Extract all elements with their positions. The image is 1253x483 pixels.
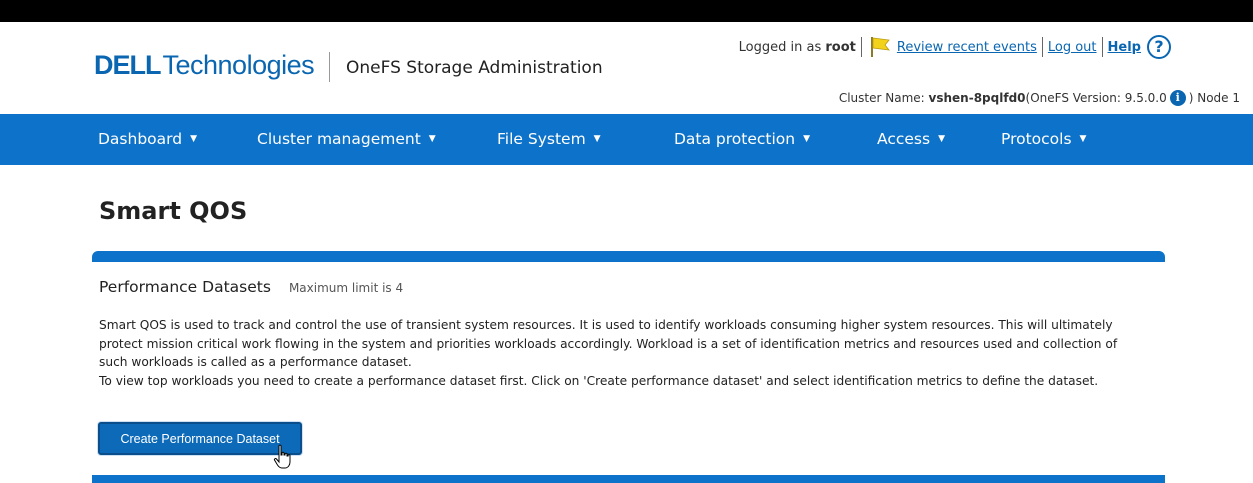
- logo-dell-text: DELL: [94, 50, 161, 80]
- panel-footer-bar: [92, 475, 1165, 483]
- nav-cluster-management[interactable]: Cluster management ▼: [257, 114, 436, 165]
- chevron-down-icon: ▼: [593, 134, 601, 144]
- chevron-down-icon: ▼: [1079, 134, 1087, 144]
- app-title: OneFS Storage Administration: [346, 58, 603, 78]
- nav-label: Cluster management: [257, 130, 421, 148]
- divider: [860, 37, 862, 57]
- header: DELL Technologies OneFS Storage Administ…: [0, 22, 1253, 106]
- description: Smart QOS is used to track and control t…: [99, 316, 1149, 390]
- flag-icon[interactable]: [869, 36, 891, 58]
- logged-in-label: Logged in as: [738, 39, 822, 55]
- description-paragraph: Smart QOS is used to track and control t…: [99, 318, 1118, 369]
- panel-header-bar: [92, 251, 1165, 262]
- section-title: Performance Datasets: [99, 278, 271, 296]
- chevron-down-icon: ▼: [938, 134, 945, 144]
- nav-access[interactable]: Access ▼: [877, 114, 945, 165]
- nav-label: Protocols: [1001, 130, 1072, 148]
- divider: [1101, 37, 1103, 57]
- dell-technologies-logo[interactable]: DELL Technologies: [94, 50, 315, 84]
- cluster-node: ) Node 1: [1188, 91, 1240, 105]
- chevron-down-icon: ▼: [190, 134, 198, 144]
- help-icon[interactable]: ?: [1147, 35, 1171, 59]
- chevron-down-icon: ▼: [428, 134, 436, 144]
- cluster-name-label: Cluster Name:: [838, 91, 925, 105]
- page-title: Smart QOS: [99, 197, 248, 225]
- section-header: Performance Datasets Maximum limit is 4: [99, 278, 403, 296]
- nav-label: Dashboard: [98, 130, 183, 148]
- nav-protocols[interactable]: Protocols ▼: [1001, 114, 1086, 165]
- chevron-down-icon: ▼: [803, 134, 811, 144]
- main-nav: Dashboard ▼ Cluster management ▼ File Syst…: [0, 114, 1253, 165]
- description-paragraph: To view top workloads you need to create…: [99, 373, 1099, 388]
- nav-label: File System: [497, 130, 586, 148]
- nav-data-protection[interactable]: Data protection ▼: [674, 114, 810, 165]
- username: root: [825, 39, 856, 55]
- cluster-version: (OneFS Version: 9.5.0.0: [1025, 91, 1167, 105]
- cluster-name: vshen-8pqlfd0: [928, 91, 1026, 105]
- section-limit: Maximum limit is 4: [288, 281, 404, 295]
- nav-dashboard[interactable]: Dashboard ▼: [98, 114, 197, 165]
- top-black-bar: [0, 0, 1253, 22]
- nav-label: Data protection: [674, 130, 796, 148]
- help-link[interactable]: Help: [1108, 40, 1141, 55]
- review-events-link[interactable]: Review recent events: [897, 40, 1037, 55]
- logo-divider: [329, 52, 330, 82]
- hand-pointer-icon: [272, 444, 294, 470]
- cluster-info: Cluster Name: vshen-8pqlfd0 (OneFS Versi…: [839, 90, 1240, 106]
- nav-file-system[interactable]: File System ▼: [497, 114, 601, 165]
- nav-label: Access: [877, 130, 931, 148]
- logo-technologies-text: Technologies: [162, 50, 315, 80]
- info-icon[interactable]: i: [1169, 90, 1186, 106]
- logout-link[interactable]: Log out: [1048, 40, 1097, 55]
- divider: [1041, 37, 1043, 57]
- user-bar: Logged in as root Review recent events L…: [739, 34, 1171, 60]
